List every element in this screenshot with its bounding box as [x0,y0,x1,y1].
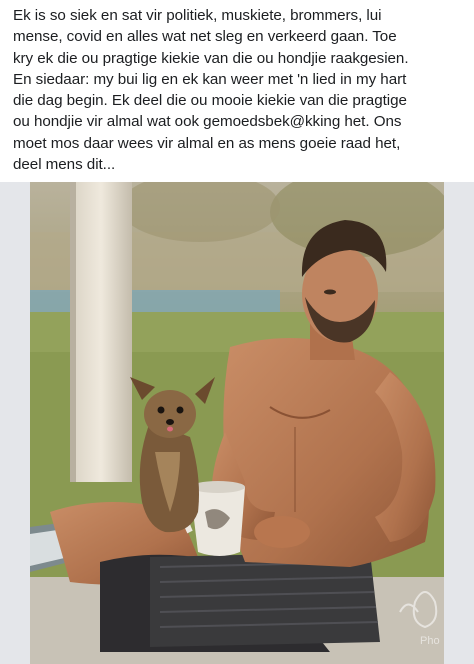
pool [30,290,280,312]
photo-frame: Pho [0,182,474,664]
post-card: Ek is so siek en sat vir politiek, muski… [0,0,474,664]
photo-illustration: Pho [30,182,444,664]
man-hand [254,516,310,548]
post-photo[interactable]: Pho [30,182,444,664]
watermark-text: Pho [420,635,440,647]
porch-pillar [70,182,132,482]
post-text: Ek is so siek en sat vir politiek, muski… [13,7,409,174]
